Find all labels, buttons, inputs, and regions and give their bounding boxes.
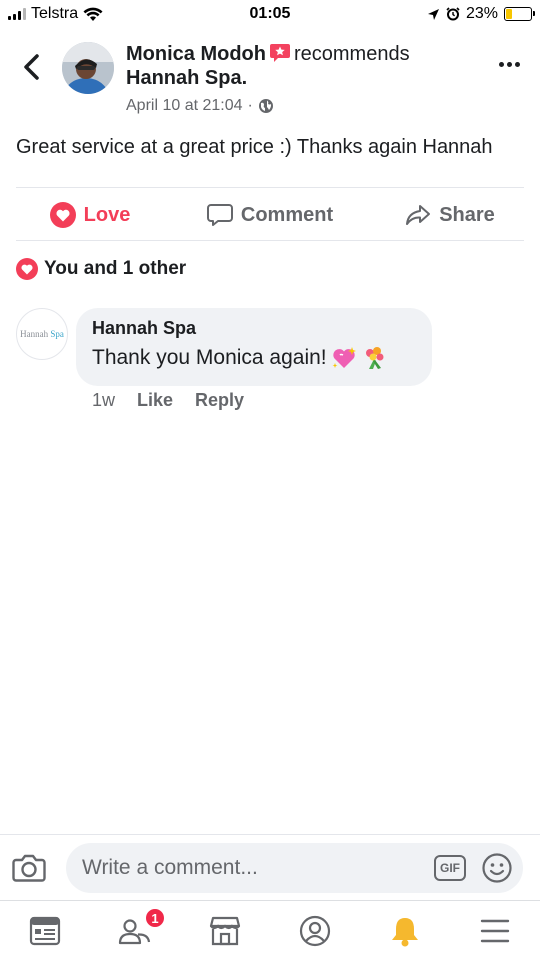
love-label: Love [83,203,131,226]
comment-meta: 1w Like Reply [92,390,244,411]
author-name[interactable]: Monica Modoh [126,43,266,65]
love-reaction-icon [49,202,76,228]
tab-friends[interactable]: 1 [90,901,180,960]
comment-bubble: Hannah Spa Thank you Monica again! [76,308,432,386]
author-avatar[interactable] [62,42,114,94]
battery-fill [506,9,512,19]
comment-reply-button[interactable]: Reply [195,390,244,411]
comment-label: Comment [240,203,334,226]
share-label: Share [439,203,495,226]
avatar-photo [62,42,114,94]
hamburger-menu-icon [480,919,510,942]
meta-separator: · [247,97,253,114]
sparkling-heart-icon [332,347,356,368]
post-timestamp[interactable]: April 10 at 21:04 [126,94,243,118]
emoji-icon[interactable] [481,852,513,884]
comment-text: Thank you Monica again! [92,346,327,369]
news-feed-icon [29,916,61,945]
comment-age: 1w [92,390,116,410]
love-button[interactable]: Love [0,196,180,234]
marketplace-icon [209,916,241,945]
comment-button[interactable]: Comment [180,196,360,234]
avatar-logo-text: Hannah Spa [20,329,64,339]
camera-icon[interactable] [12,852,46,884]
profile-icon [299,915,331,946]
post-verb: recommends [293,43,410,65]
friends-notification-badge: 1 [144,907,166,929]
comment-text-row: Thank you Monica again! [92,345,416,371]
comment-like-button[interactable]: Like [137,390,173,411]
post-header: Monica Modoh recommends Hannah Spa. Apri… [126,42,476,118]
divider-bottom [16,240,524,241]
reaction-summary-text: You and 1 other [44,258,187,279]
bouquet-icon [365,347,384,369]
tab-notifications[interactable] [360,901,450,960]
post-text: Great service at a great price :) Thanks… [16,136,493,158]
comment-composer: GIF [66,843,523,893]
bottom-tab-bar: 1 [0,900,540,960]
share-arrow-icon [406,205,431,225]
love-reaction-icon [16,258,38,280]
status-bar: Telstra 01:05 23% [0,0,540,30]
post-meta: April 10 at 21:04 · [126,94,476,118]
recommendation-star-icon [269,44,290,62]
tab-menu[interactable] [450,901,540,960]
post-actions: Love Comment Share [0,196,540,234]
divider-top [16,187,524,188]
comment-icon [206,204,233,226]
more-options-icon[interactable] [499,62,520,67]
status-right: 23% [427,5,535,23]
tab-marketplace[interactable] [180,901,270,960]
gif-button[interactable]: GIF [434,855,466,881]
composer-divider [0,834,540,835]
location-arrow-icon [427,8,439,20]
battery-icon [504,7,535,21]
tab-news-feed[interactable] [0,901,90,960]
page-name[interactable]: Hannah Spa. [126,66,476,90]
comment-author-name[interactable]: Hannah Spa [92,318,416,339]
globe-icon [258,99,273,113]
alarm-icon [446,7,460,21]
comment-input[interactable] [82,843,422,893]
comment-author-avatar[interactable]: Hannah Spa [16,308,68,360]
tab-profile[interactable] [270,901,360,960]
share-button[interactable]: Share [360,196,540,234]
bell-icon [392,917,418,946]
reaction-summary[interactable]: You and 1 other [16,258,186,280]
battery-percent: 23% [465,5,498,22]
back-chevron-icon[interactable] [20,52,44,82]
